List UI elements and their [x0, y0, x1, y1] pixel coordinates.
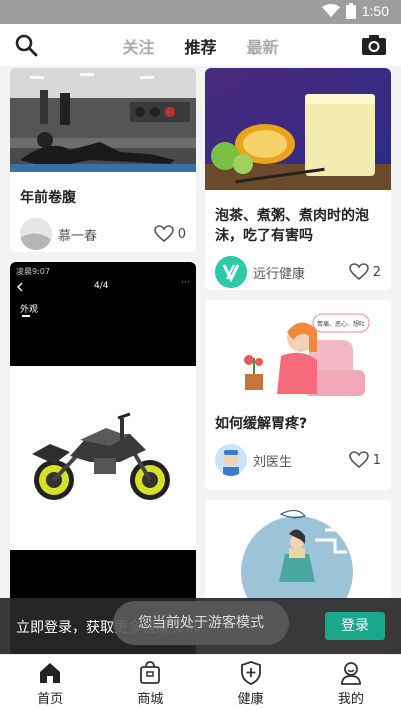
post-image-drink	[205, 68, 391, 190]
post-meta: 刘医生 1	[205, 444, 391, 476]
post-image-stomach: 胃痛、恶心、想吐	[205, 300, 391, 400]
nav-item-profile[interactable]: 我的	[301, 655, 401, 710]
post-card[interactable]: 凌晨9:07 4/4 ⋯ 外观	[10, 262, 196, 654]
like-count: 2	[372, 264, 381, 280]
post-image-motorcycle: 凌晨9:07 4/4 ⋯ 外观	[10, 262, 196, 654]
post-title: 泡茶、煮粥、煮肉时的泡沫，吃了有害吗	[215, 208, 369, 244]
nav-label: 我的	[337, 692, 364, 707]
home-icon	[40, 663, 61, 683]
author-name[interactable]: 远行健康	[253, 263, 349, 282]
screenshot-tag: 外观	[20, 305, 39, 315]
author-name[interactable]: 慕一春	[58, 225, 154, 244]
post-image-stairs	[205, 500, 391, 628]
top-bar: 关注 推荐 最新	[0, 24, 401, 66]
post-meta: 慕一春 0	[10, 218, 196, 250]
like-button[interactable]: 2	[348, 263, 381, 281]
post-title: 如何缓解胃疼?	[215, 416, 308, 432]
screenshot-status-text: 凌晨9:07	[16, 267, 50, 276]
profile-icon	[340, 662, 361, 685]
camera-icon[interactable]	[361, 32, 387, 58]
tag-underline	[22, 315, 30, 317]
page-indicator: 4/4	[94, 281, 109, 291]
like-button[interactable]: 0	[153, 225, 186, 243]
guest-mode-toast: 您当前处于游客模式	[113, 601, 289, 645]
like-count: 1	[372, 452, 381, 468]
feed-tabs: 关注 推荐 最新	[0, 34, 401, 58]
more-icon: ⋯	[181, 278, 190, 288]
tab-recommended[interactable]: 推荐	[184, 34, 216, 58]
shopping-bag-icon	[140, 661, 161, 684]
post-title: 年前卷腹	[20, 190, 76, 206]
avatar[interactable]	[215, 256, 247, 288]
avatar[interactable]	[20, 218, 52, 250]
like-button[interactable]: 1	[348, 451, 381, 469]
battery-icon	[345, 3, 356, 19]
illustration-bubble-text: 胃痛、恶心、想吐	[317, 320, 365, 328]
wifi-icon	[321, 4, 340, 17]
post-meta: 远行健康 2	[205, 256, 391, 288]
tab-following[interactable]: 关注	[122, 34, 154, 58]
nav-item-health[interactable]: 健康	[201, 655, 301, 710]
nav-label: 商城	[137, 692, 164, 707]
nav-label: 健康	[237, 692, 264, 707]
status-time: 1:50	[361, 3, 389, 19]
post-card[interactable]: 泡茶、煮粥、煮肉时的泡沫，吃了有害吗 远行健康 2	[205, 68, 391, 290]
nav-item-mall[interactable]: 商城	[100, 655, 200, 710]
nav-label: 首页	[37, 692, 64, 707]
feed: 年前卷腹 慕一春 0 泡茶、煮粥、煮肉时的泡沫，吃了有害吗 远行健康 2 凌晨9…	[0, 66, 401, 654]
back-arrow-icon	[17, 282, 23, 292]
heart-icon	[348, 451, 369, 469]
tab-latest[interactable]: 最新	[247, 34, 279, 58]
post-image-gym	[10, 68, 196, 172]
post-card[interactable]: 胃痛、恶心、想吐 如何缓解胃疼? 刘医生 1	[205, 300, 391, 490]
author-name[interactable]: 刘医生	[253, 451, 349, 470]
heart-icon	[348, 263, 369, 281]
status-icons: 1:50	[321, 3, 389, 19]
login-button[interactable]: 登录	[325, 612, 385, 640]
nav-item-home[interactable]: 首页	[0, 655, 100, 710]
heart-icon	[153, 225, 174, 243]
status-bar: 1:50	[0, 0, 401, 24]
avatar[interactable]	[215, 444, 247, 476]
bottom-nav: 首页 商城 健康 我的	[0, 654, 401, 710]
like-count: 0	[177, 226, 186, 242]
health-shield-icon	[240, 661, 261, 685]
post-card[interactable]: 年前卷腹 慕一春 0	[10, 68, 196, 252]
